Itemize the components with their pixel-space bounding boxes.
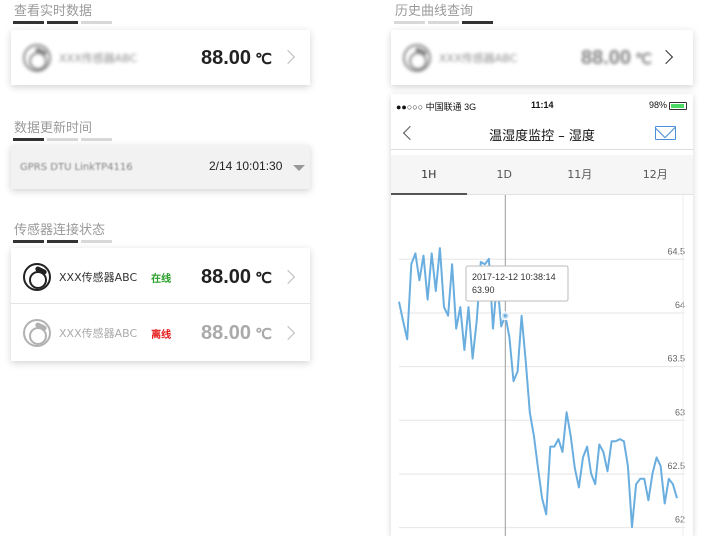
sensor-row-online-value-group: 88.00 ℃ <box>201 266 272 289</box>
realtime-unit: ℃ <box>255 51 272 68</box>
sensor-unit: ℃ <box>255 270 272 287</box>
tab-12-month[interactable]: 12月 <box>618 155 694 195</box>
mail-icon[interactable] <box>655 126 676 140</box>
sensor-value: 88.00 <box>201 322 252 344</box>
sensor-name: XXX传感器ABC <box>59 52 138 65</box>
tooltip-time: 2017-12-12 10:38:14 <box>472 272 556 282</box>
realtime-card[interactable]: XXX传感器ABC 88.00 ℃ <box>11 30 310 85</box>
status-clock: 11:14 <box>531 100 554 110</box>
update-time-indicator <box>13 138 112 141</box>
sensor-name: XXX传感器ABC <box>59 271 138 284</box>
status-offline-badge: 离线 <box>151 329 172 341</box>
history-value-group: 88.00 ℃ <box>581 47 652 70</box>
nav-bar: 温湿度监控 – 湿度 <box>391 116 693 150</box>
caret-down-icon <box>293 165 305 171</box>
y-tick-label: 63.5 <box>667 354 685 364</box>
sensor-unit: ℃ <box>255 326 272 343</box>
phone-screen: ●●○○○ 中国联通 3G 11:14 98% 温湿度监控 – 湿度 1H 1D… <box>391 94 693 536</box>
chart-svg: 64.56463.56362.5622017-12-12 10:38:1463.… <box>398 195 685 536</box>
highlight-point-core <box>503 314 507 318</box>
y-tick-label: 64.5 <box>667 246 685 256</box>
humidity-chart[interactable]: 64.5 64 63.5 63 62.5 62 2017-12-12 10:38:14 63.… <box>391 195 693 536</box>
gprs-device-name: GPRS DTU LinkTP4116 <box>20 162 133 173</box>
time-range-tabs: 1H 1D 11月 12月 <box>391 155 693 195</box>
status-online-badge: 在线 <box>151 273 172 285</box>
sensor-name: XXX传感器ABC <box>439 52 518 65</box>
history-section-title: 历史曲线查询 <box>395 4 474 19</box>
sensor-icon <box>23 263 51 291</box>
realtime-value-group: 88.00 ℃ <box>201 47 272 70</box>
battery-percent: 98% <box>648 100 667 110</box>
connection-indicator <box>13 240 112 243</box>
realtime-section-title: 查看实时数据 <box>14 4 93 19</box>
nav-title: 温湿度监控 – 湿度 <box>489 129 595 144</box>
history-value: 88.00 <box>581 47 632 69</box>
realtime-value: 88.00 <box>201 47 252 69</box>
page: 查看实时数据 XXX传感器ABC 88.00 ℃ 数据更新时间 GPRS DTU … <box>0 0 710 536</box>
history-indicator <box>394 21 493 24</box>
tab-1d[interactable]: 1D <box>467 155 543 195</box>
tooltip-value: 63.90 <box>472 285 495 295</box>
status-bar: ●●○○○ 中国联通 3G 11:14 98% <box>391 94 693 116</box>
history-unit: ℃ <box>635 51 652 68</box>
carrier-signal: ●●○○○ 中国联通 3G <box>396 102 477 112</box>
y-tick-label: 62.5 <box>667 461 685 471</box>
tab-1h[interactable]: 1H <box>391 155 467 195</box>
connection-card: XXX传感器ABC 在线 88.00 ℃ XXX传感器ABC 离线 88.00 ℃ <box>11 248 310 361</box>
history-card[interactable]: XXX传感器ABC 88.00 ℃ <box>391 30 693 85</box>
gprs-update-time: 2/14 10:01:30 <box>209 159 283 173</box>
realtime-indicator <box>13 21 112 24</box>
sensor-icon <box>23 319 51 347</box>
sensor-icon <box>23 44 51 72</box>
sensor-icon <box>403 44 431 72</box>
battery-icon <box>669 102 687 110</box>
sensor-row-offline-value-group: 88.00 ℃ <box>201 322 272 345</box>
sensor-name: XXX传感器ABC <box>59 327 138 340</box>
sensor-row-offline[interactable]: XXX传感器ABC 离线 88.00 ℃ <box>11 305 310 361</box>
connection-section-title: 传感器连接状态 <box>14 223 106 238</box>
sensor-value: 88.00 <box>201 266 252 288</box>
update-time-section-title: 数据更新时间 <box>14 121 93 136</box>
tab-11-month[interactable]: 11月 <box>542 155 618 195</box>
sensor-row-online[interactable]: XXX传感器ABC 在线 88.00 ℃ <box>11 248 310 304</box>
gprs-dropdown[interactable]: GPRS DTU LinkTP4116 2/14 10:01:30 <box>11 145 310 189</box>
